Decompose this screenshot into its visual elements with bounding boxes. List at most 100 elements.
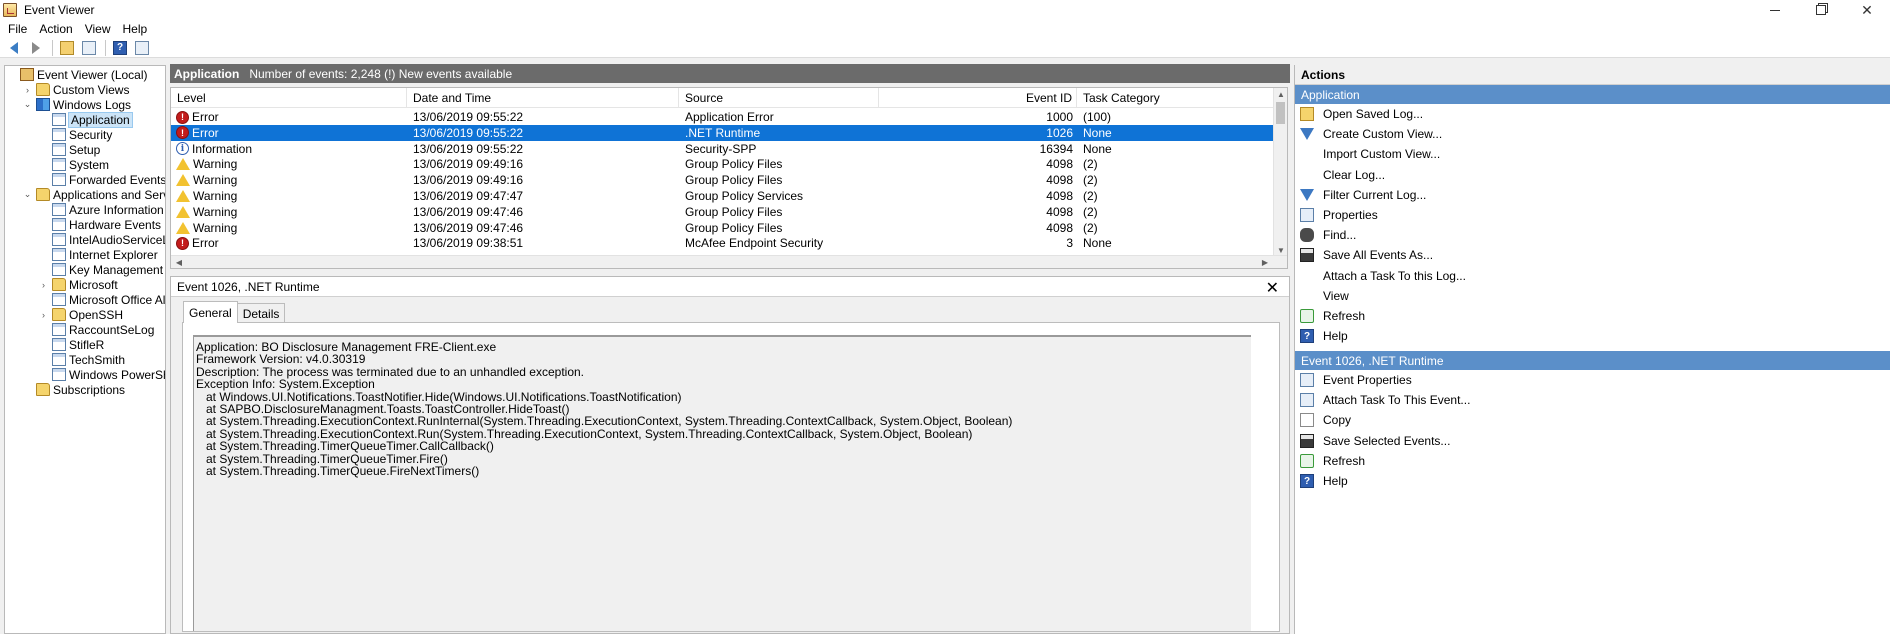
tree-item[interactable]: RaccountSeLog	[39, 322, 154, 337]
scroll-right-icon[interactable]: ▶	[1259, 256, 1271, 268]
tree-item[interactable]: › Microsoft	[39, 277, 118, 292]
actions-section-header[interactable]: Event 1026, .NET Runtime	[1295, 351, 1890, 370]
toolbar-separator	[52, 39, 53, 56]
events-horizontal-scrollbar[interactable]: ◀ ▶	[171, 255, 1287, 268]
action-item[interactable]: Copy	[1295, 411, 1351, 429]
tree-item[interactable]: Hardware Events	[39, 217, 161, 232]
column-level[interactable]: Level	[171, 88, 407, 108]
action-item-label: Save All Events As...	[1323, 248, 1434, 263]
tree-item[interactable]: Forwarded Events	[39, 172, 165, 187]
expand-chevron-icon[interactable]: ›	[39, 310, 48, 320]
tree-item[interactable]: ⌄ Applications and Services Lo	[23, 187, 165, 202]
action-item[interactable]: Find...	[1295, 226, 1356, 244]
action-item[interactable]: View	[1295, 287, 1349, 305]
column-date-time[interactable]: Date and Time	[407, 88, 679, 108]
scroll-up-icon[interactable]: ▲	[1274, 88, 1287, 100]
close-window-button[interactable]: ✕	[1844, 0, 1890, 20]
scroll-thumb[interactable]	[1276, 102, 1285, 124]
column-event-id[interactable]: Event ID	[879, 88, 1077, 108]
event-row[interactable]: ! Error 13/06/2019 09:55:22 Application Err…	[171, 109, 1275, 125]
action-item[interactable]: Clear Log...	[1295, 166, 1385, 184]
tab-details[interactable]: Details	[236, 303, 286, 323]
expand-chevron-icon[interactable]: ›	[39, 280, 48, 290]
tree-item-label: IntelAudioServiceLog	[69, 232, 165, 247]
action-item[interactable]: Refresh	[1295, 307, 1365, 325]
tree-item[interactable]: Event Viewer (Local)	[7, 67, 148, 82]
console-tree: Event Viewer (Local) › Custom Views ⌄ Window…	[4, 65, 166, 634]
event-row[interactable]: ! Error 13/06/2019 09:38:51 McAfee Endpoint…	[171, 235, 1275, 251]
back-button[interactable]	[4, 39, 24, 57]
action-item[interactable]: Create Custom View...	[1295, 125, 1442, 143]
forward-button[interactable]	[26, 39, 46, 57]
up-one-level-button[interactable]	[57, 39, 77, 57]
tab-general[interactable]: General	[183, 301, 238, 323]
tree-item[interactable]: › Custom Views	[23, 82, 129, 97]
show-hide-console-tree-button[interactable]	[79, 39, 99, 57]
warning-icon	[176, 174, 190, 187]
tree-item[interactable]: Microsoft Office Alerts	[39, 292, 166, 307]
tree-item[interactable]: Application	[39, 111, 133, 128]
blank-icon	[1300, 289, 1314, 303]
collapse-chevron-icon[interactable]: ⌄	[23, 189, 32, 199]
event-row[interactable]: Warning 13/06/2019 09:49:16 Group Policy F…	[171, 172, 1275, 188]
tree-item[interactable]: Setup	[39, 142, 100, 157]
action-item[interactable]: Save All Events As...	[1295, 246, 1433, 264]
expand-chevron-icon[interactable]: ›	[23, 85, 32, 95]
tree-item[interactable]: ⌄ Windows Logs	[23, 97, 131, 112]
column-source[interactable]: Source	[679, 88, 879, 108]
log-icon	[52, 293, 66, 306]
event-row[interactable]: i Information 13/06/2019 09:55:22 Security-…	[171, 141, 1275, 157]
action-item[interactable]: Import Custom View...	[1295, 145, 1440, 163]
action-item[interactable]: Open Saved Log...	[1295, 105, 1423, 123]
event-row[interactable]: Warning 13/06/2019 09:49:16 Group Policy F…	[171, 156, 1275, 172]
menu-file[interactable]: File	[2, 22, 33, 36]
menu-action[interactable]: Action	[33, 22, 78, 36]
show-hide-action-pane-button[interactable]	[132, 39, 152, 57]
event-description[interactable]: Application: BO Disclosure Management FR…	[193, 335, 1251, 631]
tree-item[interactable]: › OpenSSH	[39, 307, 123, 322]
event-row[interactable]: Warning 13/06/2019 09:47:46 Group Policy F…	[171, 220, 1275, 236]
minimize-button[interactable]	[1752, 0, 1798, 20]
tree-item[interactable]: Key Management Service	[39, 262, 165, 277]
events-vertical-scrollbar[interactable]: ▲ ▼	[1273, 88, 1287, 256]
action-item-label: Import Custom View...	[1323, 147, 1441, 162]
collapse-chevron-icon[interactable]: ⌄	[23, 99, 32, 109]
tree-item[interactable]: IntelAudioServiceLog	[39, 232, 165, 247]
tree-item[interactable]: Subscriptions	[23, 382, 125, 397]
blank-icon	[1300, 147, 1314, 161]
actions-section-header[interactable]: Application	[1295, 85, 1890, 104]
help-button[interactable]: ?	[110, 39, 130, 57]
event-row[interactable]: ! Error 13/06/2019 09:55:22 .NET Runtime 102…	[171, 123, 1276, 142]
scroll-left-icon[interactable]: ◀	[173, 256, 185, 268]
action-item[interactable]: ? Help	[1295, 472, 1348, 490]
maximize-button[interactable]	[1798, 0, 1844, 20]
column-task-category[interactable]: Task Category	[1077, 88, 1275, 108]
action-item[interactable]: Attach Task To This Event...	[1295, 391, 1470, 409]
action-item[interactable]: Properties	[1295, 206, 1378, 224]
tree-item[interactable]: StifleR	[39, 337, 104, 352]
tree-item[interactable]: System	[39, 157, 109, 172]
tree-item[interactable]: Azure Information Protec	[39, 202, 165, 217]
tree-item-label: Microsoft Office Alerts	[69, 292, 166, 307]
close-details-icon[interactable]: ✕	[1266, 278, 1279, 298]
event-level-cell: ! Error	[171, 125, 407, 141]
tree-item[interactable]: Windows PowerShell	[39, 367, 165, 382]
action-item[interactable]: Save Selected Events...	[1295, 432, 1450, 450]
tree-item[interactable]: Security	[39, 127, 112, 142]
action-item[interactable]: Attach a Task To this Log...	[1295, 267, 1466, 285]
title-bar: Event Viewer ✕	[0, 0, 1890, 20]
tree-item[interactable]: Internet Explorer	[39, 247, 158, 262]
action-item[interactable]: ? Help	[1295, 327, 1348, 345]
event-row[interactable]: Warning 13/06/2019 09:47:46 Group Policy F…	[171, 204, 1275, 220]
menu-view[interactable]: View	[79, 22, 117, 36]
tree-item[interactable]: TechSmith	[39, 352, 125, 367]
folder-icon	[36, 383, 50, 396]
action-item[interactable]: Filter Current Log...	[1295, 186, 1426, 204]
event-row[interactable]: Warning 13/06/2019 09:47:47 Group Policy S…	[171, 188, 1275, 204]
action-item[interactable]: Refresh	[1295, 452, 1365, 470]
tree-item-label: Custom Views	[53, 82, 130, 97]
action-item[interactable]: Event Properties	[1295, 371, 1412, 389]
event-datetime-cell: 13/06/2019 09:38:51	[413, 235, 679, 251]
menu-help[interactable]: Help	[117, 22, 154, 36]
